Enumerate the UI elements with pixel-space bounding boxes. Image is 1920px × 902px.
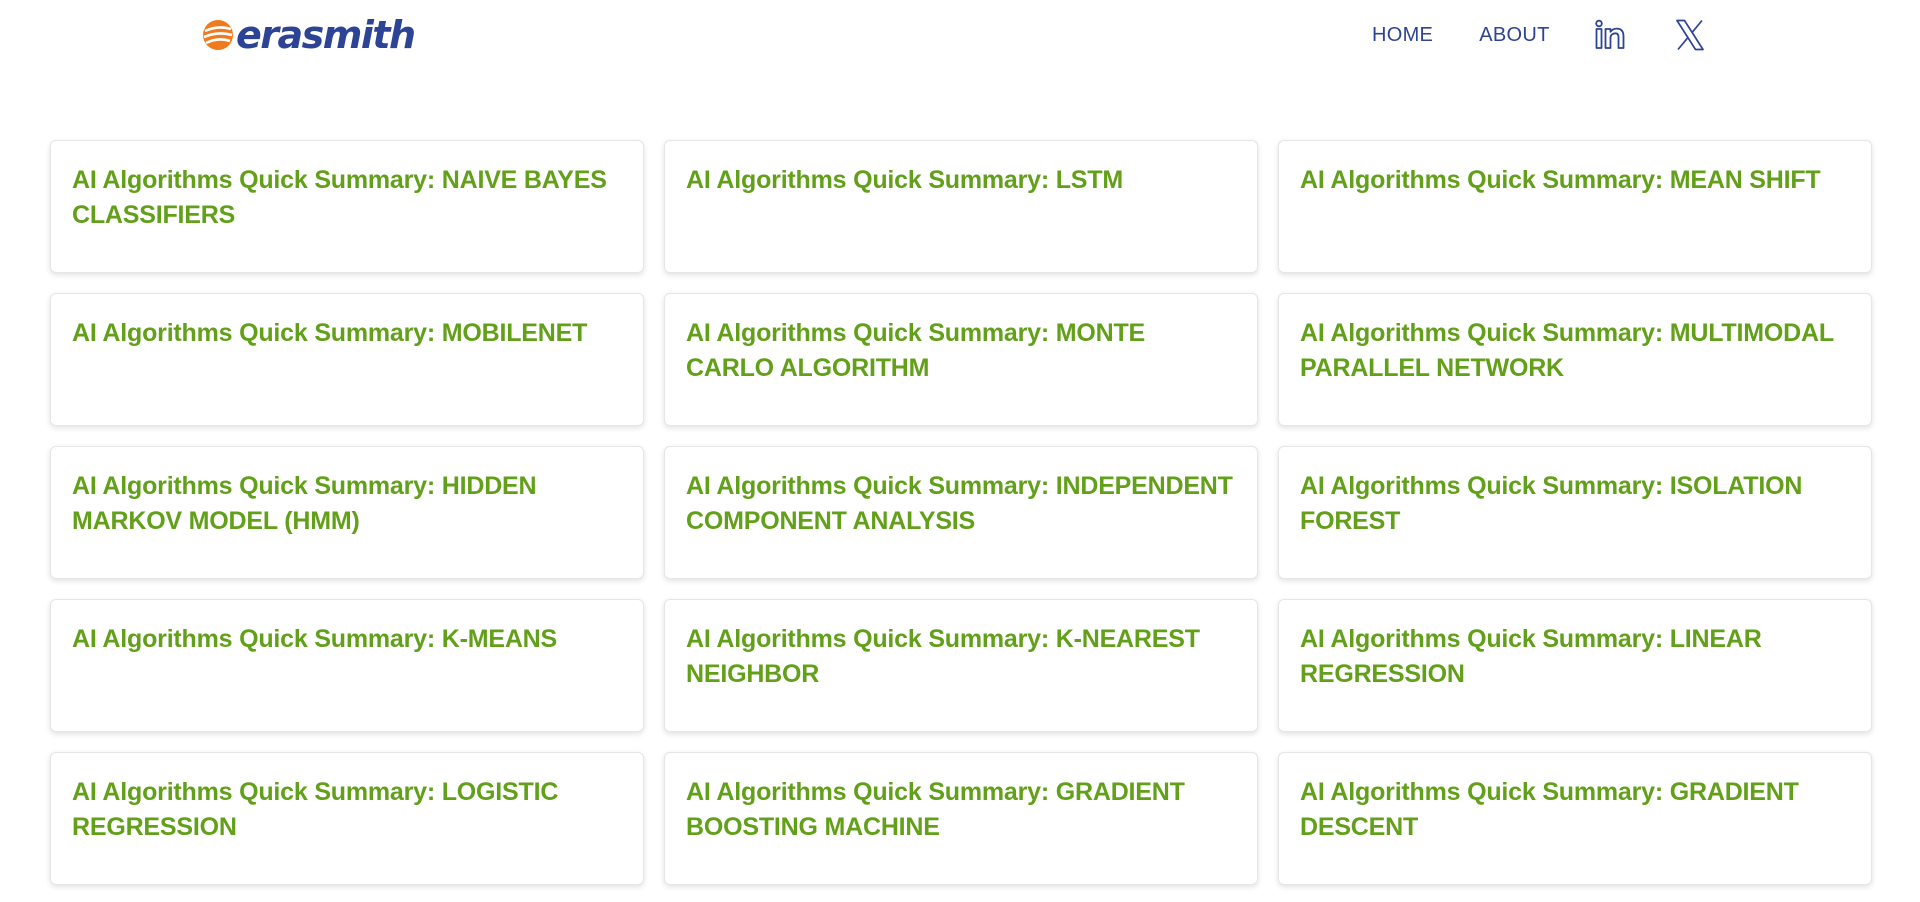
post-title-link[interactable]: AI Algorithms Quick Summary: GRADIENT DE… bbox=[1300, 775, 1851, 845]
post-card[interactable]: AI Algorithms Quick Summary: HIDDEN MARK… bbox=[50, 446, 644, 579]
post-card[interactable]: AI Algorithms Quick Summary: LSTM bbox=[664, 140, 1258, 273]
post-title-link[interactable]: AI Algorithms Quick Summary: MEAN SHIFT bbox=[1300, 163, 1851, 198]
nav-home-link[interactable]: HOME bbox=[1372, 24, 1433, 47]
post-title-link[interactable]: AI Algorithms Quick Summary: MOBILENET bbox=[72, 316, 623, 351]
site-header: erasmith HOME ABOUT bbox=[0, 0, 1920, 80]
main-nav: HOME ABOUT bbox=[1372, 15, 1705, 55]
post-card[interactable]: AI Algorithms Quick Summary: LINEAR REGR… bbox=[1278, 599, 1872, 732]
post-card[interactable]: AI Algorithms Quick Summary: MOBILENET bbox=[50, 293, 644, 426]
nav-about-link[interactable]: ABOUT bbox=[1479, 24, 1549, 47]
post-title-link[interactable]: AI Algorithms Quick Summary: K-NEAREST N… bbox=[686, 622, 1237, 692]
post-title-link[interactable]: AI Algorithms Quick Summary: MONTE CARLO… bbox=[686, 316, 1237, 386]
x-link[interactable] bbox=[1675, 19, 1705, 51]
post-title-link[interactable]: AI Algorithms Quick Summary: HIDDEN MARK… bbox=[72, 469, 623, 539]
post-title-link[interactable]: AI Algorithms Quick Summary: MULTIMODAL … bbox=[1300, 316, 1851, 386]
post-card[interactable]: AI Algorithms Quick Summary: MULTIMODAL … bbox=[1278, 293, 1872, 426]
post-card[interactable]: AI Algorithms Quick Summary: K-MEANS bbox=[50, 599, 644, 732]
post-card[interactable]: AI Algorithms Quick Summary: INDEPENDENT… bbox=[664, 446, 1258, 579]
post-title-link[interactable]: AI Algorithms Quick Summary: NAIVE BAYES… bbox=[72, 163, 623, 233]
post-grid: AI Algorithms Quick Summary: NAIVE BAYES… bbox=[50, 140, 1872, 885]
post-title-link[interactable]: AI Algorithms Quick Summary: LINEAR REGR… bbox=[1300, 622, 1851, 692]
post-card[interactable]: AI Algorithms Quick Summary: MEAN SHIFT bbox=[1278, 140, 1872, 273]
post-card[interactable]: AI Algorithms Quick Summary: GRADIENT BO… bbox=[664, 752, 1258, 885]
post-title-link[interactable]: AI Algorithms Quick Summary: GRADIENT BO… bbox=[686, 775, 1237, 845]
post-title-link[interactable]: AI Algorithms Quick Summary: ISOLATION F… bbox=[1300, 469, 1851, 539]
linkedin-icon bbox=[1594, 19, 1625, 49]
x-icon bbox=[1675, 19, 1704, 51]
post-title-link[interactable]: AI Algorithms Quick Summary: LOGISTIC RE… bbox=[72, 775, 623, 845]
post-title-link[interactable]: AI Algorithms Quick Summary: K-MEANS bbox=[72, 622, 623, 657]
site-logo[interactable]: erasmith bbox=[202, 10, 416, 60]
post-card[interactable]: AI Algorithms Quick Summary: K-NEAREST N… bbox=[664, 599, 1258, 732]
post-card[interactable]: AI Algorithms Quick Summary: MONTE CARLO… bbox=[664, 293, 1258, 426]
logo-text: erasmith bbox=[236, 13, 416, 57]
post-card[interactable]: AI Algorithms Quick Summary: NAIVE BAYES… bbox=[50, 140, 644, 273]
post-card[interactable]: AI Algorithms Quick Summary: LOGISTIC RE… bbox=[50, 752, 644, 885]
linkedin-link[interactable] bbox=[1594, 19, 1626, 51]
logo-mark-icon bbox=[203, 20, 233, 50]
post-card[interactable]: AI Algorithms Quick Summary: GRADIENT DE… bbox=[1278, 752, 1872, 885]
post-title-link[interactable]: AI Algorithms Quick Summary: LSTM bbox=[686, 163, 1237, 198]
post-card[interactable]: AI Algorithms Quick Summary: ISOLATION F… bbox=[1278, 446, 1872, 579]
post-title-link[interactable]: AI Algorithms Quick Summary: INDEPENDENT… bbox=[686, 469, 1237, 539]
